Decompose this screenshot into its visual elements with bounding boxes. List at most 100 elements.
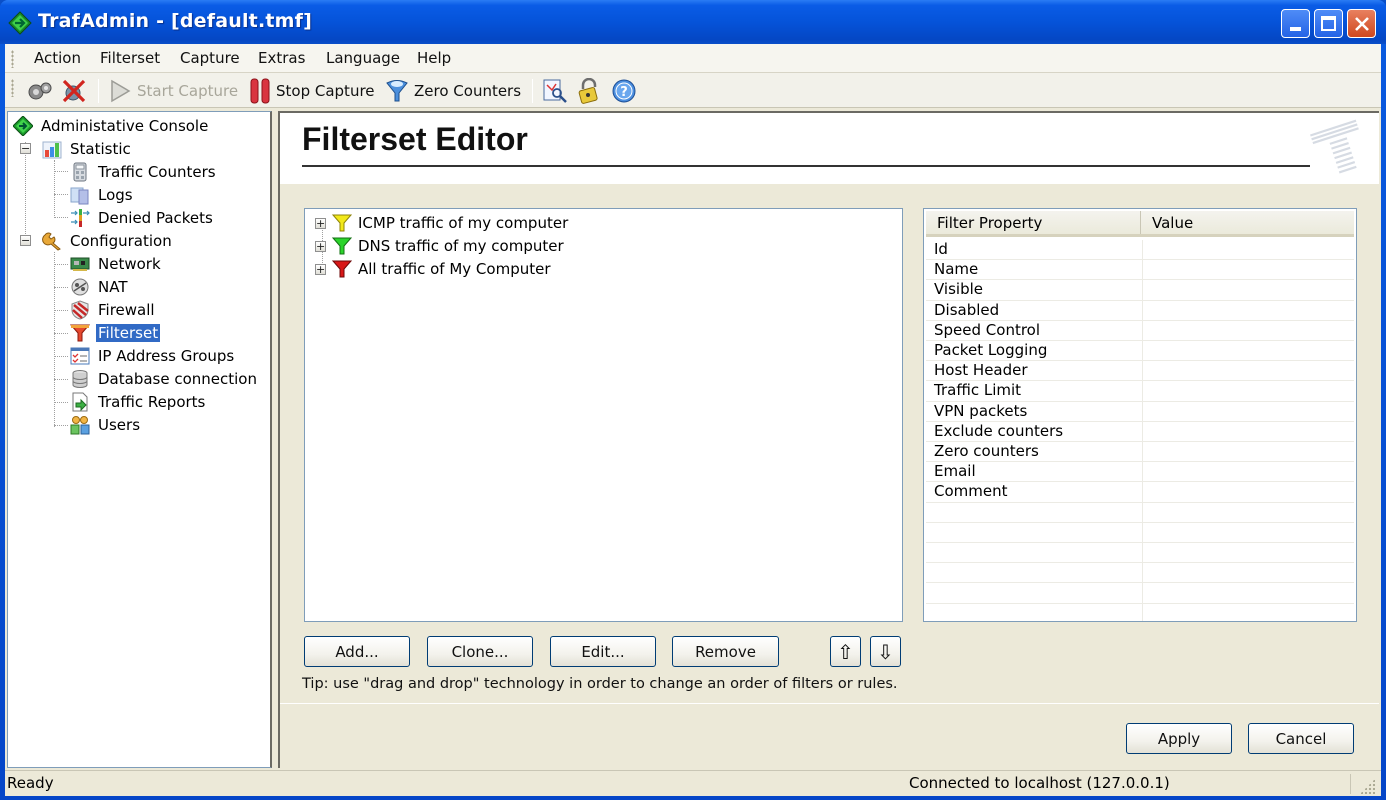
tree-item-firewall[interactable]: Firewall xyxy=(70,299,157,321)
tree-item-configuration[interactable]: Configuration xyxy=(42,230,174,252)
property-value-cell[interactable] xyxy=(1143,462,1354,481)
property-value-cell[interactable] xyxy=(1143,381,1354,400)
column-header-value[interactable]: Value xyxy=(1141,211,1354,234)
property-row[interactable]: Id xyxy=(926,240,1354,261)
apply-button[interactable]: Apply xyxy=(1126,723,1232,754)
property-value-cell[interactable] xyxy=(1143,240,1354,259)
menu-extras[interactable]: Extras xyxy=(258,49,305,67)
property-row[interactable]: Packet Logging xyxy=(926,341,1354,362)
property-value-cell[interactable] xyxy=(1143,321,1354,340)
move-down-button[interactable]: ⇩ xyxy=(870,636,901,667)
property-row[interactable]: Traffic Limit xyxy=(926,381,1354,402)
toolbar-grip[interactable] xyxy=(11,79,14,97)
property-value-cell[interactable] xyxy=(1143,260,1354,279)
tree-label: Logs xyxy=(98,186,133,204)
menubar-grip[interactable] xyxy=(11,50,14,68)
minimize-button[interactable] xyxy=(1281,9,1310,38)
collapse-configuration-toggle[interactable]: − xyxy=(20,235,31,246)
settings-button[interactable] xyxy=(27,77,53,104)
property-row-empty[interactable] xyxy=(926,502,1354,523)
tree-item-statistic[interactable]: Statistic xyxy=(42,138,133,160)
tree-item-ip-address-groups[interactable]: IP Address Groups xyxy=(70,345,236,367)
tree-connector xyxy=(54,171,68,172)
resize-grip[interactable] xyxy=(1360,779,1375,794)
tree-item-traffic-reports[interactable]: Traffic Reports xyxy=(70,391,207,413)
property-value-cell[interactable] xyxy=(1143,583,1354,602)
close-button[interactable] xyxy=(1347,9,1376,38)
tree-item-network[interactable]: Network xyxy=(70,253,163,275)
property-value-cell[interactable] xyxy=(1143,442,1354,461)
tree-item-filterset[interactable]: Filterset xyxy=(70,322,161,344)
property-row[interactable]: Email xyxy=(926,462,1354,483)
cancel-button[interactable]: Cancel xyxy=(1248,723,1354,754)
zero-counters-button[interactable]: Zero Counters xyxy=(385,77,521,104)
toolbar-separator xyxy=(532,79,533,103)
move-up-button[interactable]: ⇧ xyxy=(830,636,861,667)
lock-button[interactable] xyxy=(577,77,601,104)
add-filter-button[interactable]: Add... xyxy=(304,636,410,667)
property-value-cell[interactable] xyxy=(1143,604,1354,621)
tree-label: Denied Packets xyxy=(98,209,213,227)
property-value-cell[interactable] xyxy=(1143,543,1354,562)
property-name-cell: Traffic Limit xyxy=(926,381,1143,401)
filter-item[interactable]: + DNS traffic of my computer xyxy=(315,235,564,257)
maximize-button[interactable] xyxy=(1314,9,1343,38)
menu-help[interactable]: Help xyxy=(417,49,451,67)
property-row[interactable]: Disabled xyxy=(926,300,1354,321)
title-bar[interactable]: TrafAdmin - [default.tmf] xyxy=(0,0,1386,44)
property-value-cell[interactable] xyxy=(1143,402,1354,421)
property-row[interactable]: Name xyxy=(926,260,1354,281)
remove-filter-button[interactable]: Remove xyxy=(672,636,779,667)
edit-filter-button[interactable]: Edit... xyxy=(550,636,656,667)
tree-item-nat[interactable]: NAT xyxy=(70,276,129,298)
menu-capture[interactable]: Capture xyxy=(180,49,240,67)
expand-toggle[interactable]: + xyxy=(315,217,326,229)
property-row-empty[interactable] xyxy=(926,583,1354,604)
tree-item-users[interactable]: Users xyxy=(70,414,142,436)
column-header-filter-property[interactable]: Filter Property xyxy=(926,211,1141,234)
filter-item[interactable]: + All traffic of My Computer xyxy=(315,258,551,280)
property-value-cell[interactable] xyxy=(1143,301,1354,320)
property-value-cell[interactable] xyxy=(1143,341,1354,360)
disconnect-button[interactable] xyxy=(61,77,87,104)
property-row[interactable]: Visible xyxy=(926,280,1354,301)
clone-filter-button[interactable]: Clone... xyxy=(427,636,533,667)
tree-item-database-connection[interactable]: Database connection xyxy=(70,368,259,390)
property-row[interactable]: VPN packets xyxy=(926,401,1354,422)
property-row[interactable]: Comment xyxy=(926,482,1354,503)
property-value-cell[interactable] xyxy=(1143,503,1354,522)
tree-item-logs[interactable]: Logs xyxy=(70,184,135,206)
menu-filterset[interactable]: Filterset xyxy=(100,49,160,67)
menu-action[interactable]: Action xyxy=(34,49,81,67)
property-value-cell[interactable] xyxy=(1143,523,1354,542)
stop-capture-button[interactable]: Stop Capture xyxy=(249,77,375,104)
property-row-empty[interactable] xyxy=(926,563,1354,584)
property-value-cell[interactable] xyxy=(1143,422,1354,441)
help-button[interactable]: ? xyxy=(611,77,637,104)
property-row-empty[interactable] xyxy=(926,543,1354,564)
property-value-cell[interactable] xyxy=(1143,361,1354,380)
expand-toggle[interactable]: + xyxy=(315,263,326,275)
menu-language[interactable]: Language xyxy=(326,49,400,67)
start-capture-button[interactable]: Start Capture xyxy=(108,77,238,104)
property-row[interactable]: Host Header xyxy=(926,361,1354,382)
property-row-empty[interactable] xyxy=(926,522,1354,543)
tree-label: IP Address Groups xyxy=(98,347,235,365)
divider xyxy=(280,703,1379,704)
property-value-cell[interactable] xyxy=(1143,563,1354,582)
property-row[interactable]: Exclude counters xyxy=(926,421,1354,442)
property-row-empty[interactable] xyxy=(926,603,1354,621)
property-value-cell[interactable] xyxy=(1143,280,1354,299)
collapse-statistic-toggle[interactable]: − xyxy=(20,143,31,154)
tree-item-administrative-console[interactable]: Administative Console xyxy=(13,115,210,137)
expand-toggle[interactable]: + xyxy=(315,240,326,252)
tree-item-denied-packets[interactable]: Denied Packets xyxy=(70,207,215,229)
property-row[interactable]: Speed Control xyxy=(926,320,1354,341)
client-area: Action Filterset Capture Extras Language… xyxy=(5,44,1381,796)
report-search-button[interactable] xyxy=(542,77,568,104)
filter-item[interactable]: + ICMP traffic of my computer xyxy=(315,212,568,234)
property-value-cell[interactable] xyxy=(1143,482,1354,501)
tree-item-traffic-counters[interactable]: Traffic Counters xyxy=(70,161,218,183)
property-row[interactable]: Zero counters xyxy=(926,442,1354,463)
console-diamond-icon xyxy=(13,116,33,136)
